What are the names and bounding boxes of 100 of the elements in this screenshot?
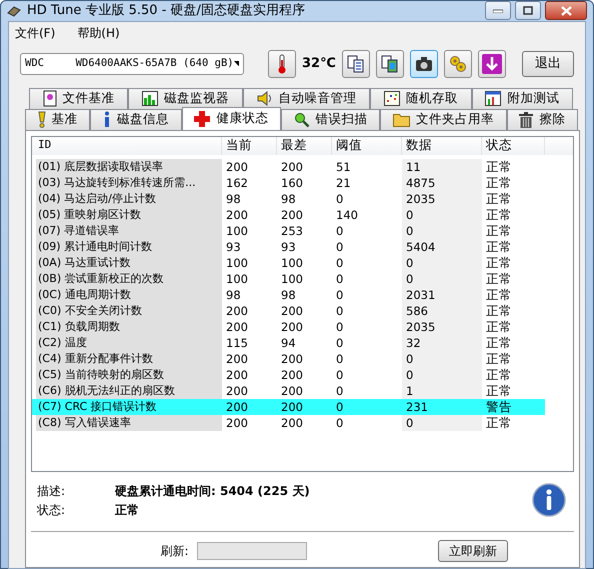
tab[interactable]: 文件基准 (29, 88, 128, 108)
table-cell-text: 正常 (485, 414, 513, 430)
table-cell-text: 200 (225, 382, 249, 398)
table-cell-text: 正常 (485, 302, 513, 318)
tab[interactable]: 磁盘信息 (90, 108, 182, 130)
settings-button[interactable] (444, 50, 472, 78)
table-row[interactable]: (C0) 不安全关闭计数 200 200 0 586 正常 (32, 302, 545, 318)
table-cell: 0 (402, 222, 482, 238)
tab[interactable]: 文件夹占用率 (380, 108, 507, 130)
refresh-label: 刷新: (160, 542, 189, 560)
table-cell-text: 200 (280, 318, 304, 334)
table-cell-text: 160 (280, 174, 304, 190)
table-row[interactable]: (07) 寻道错误率 100 253 0 0 正常 (32, 222, 545, 238)
table-cell: (C8) 写入错误速率 (36, 414, 222, 430)
save-button[interactable] (478, 50, 506, 78)
menu-item[interactable]: 文件(F) (15, 24, 56, 42)
tab[interactable]: 附加测试 (472, 88, 574, 108)
table-cell-text: 115 (225, 334, 249, 350)
table-row[interactable]: (0B) 尝试重新校正的次数 100 100 0 0 正常 (32, 270, 545, 286)
table-cell-text: 100 (225, 254, 249, 270)
tab[interactable]: 擦除 (506, 108, 578, 130)
magnifier-icon (294, 112, 310, 128)
table-row[interactable]: (0C) 通电周期计数 98 98 0 2031 正常 (32, 286, 545, 302)
table-row[interactable]: (C8) 写入错误速率 200 200 0 0 正常 (32, 414, 545, 430)
table-cell-text: 200 (280, 158, 304, 174)
table-cell-text: 正常 (485, 334, 513, 350)
table-cell: 32 (402, 334, 482, 350)
table-row[interactable]: (C2) 温度 115 94 0 32 正常 (32, 334, 545, 350)
detail-value: 正常 (115, 502, 140, 518)
refresh-now-button[interactable]: 立即刷新 (438, 540, 508, 562)
close-icon (560, 6, 572, 16)
table-cell-text: 正常 (485, 206, 513, 222)
detail-label: 描述: (37, 482, 66, 500)
table-cell: (0C) 通电周期计数 (36, 286, 222, 302)
table-cell-text: 0 (335, 382, 344, 398)
exit-button[interactable]: 退出 (522, 50, 574, 76)
table-row[interactable]: (04) 马达启动/停止计数 98 98 0 2035 正常 (32, 190, 545, 206)
table-cell-text: 正常 (485, 382, 513, 398)
table-cell-text: 140 (335, 206, 359, 222)
table-cell-text: 98 (280, 286, 297, 302)
table-cell-text: 0 (335, 414, 344, 430)
table-cell: 0 (402, 366, 482, 382)
maximize-button[interactable] (515, 1, 541, 20)
table-cell: (07) 寻道错误率 (36, 222, 222, 238)
tab[interactable]: 随机存取 (370, 88, 472, 108)
table-cell-text: 200 (280, 414, 304, 430)
table-cell: 11 (402, 158, 482, 174)
refresh-field[interactable] (196, 542, 307, 560)
tab[interactable]: 自动噪音管理 (242, 88, 370, 108)
table-cell-text: 162 (225, 174, 249, 190)
drive-select[interactable]: WDC WD6400AAKS-65A7B (640 gB) (20, 52, 244, 74)
table-cell-text: 0 (335, 270, 344, 286)
screenshot-button[interactable] (410, 50, 438, 78)
table-cell-text: 0 (335, 238, 344, 254)
table-cell-text: 93 (225, 238, 242, 254)
table-cell-text: 100 (225, 270, 249, 286)
table-cell-text: 正常 (485, 158, 513, 174)
table-cell-text: 93 (280, 238, 297, 254)
table-row[interactable]: (03) 马达旋转到标准转速所需... 162 160 21 4875 正常 (32, 174, 545, 190)
table-row[interactable]: (05) 重映射扇区计数 200 200 140 0 正常 (32, 206, 545, 222)
table-row[interactable]: (C4) 重新分配事件计数 200 200 0 0 正常 (32, 350, 545, 366)
table-row[interactable]: (C1) 负载周期数 200 200 0 2035 正常 (32, 318, 545, 334)
table-cell-text: 200 (280, 350, 304, 366)
table-cell-text: 200 (225, 318, 249, 334)
table-row[interactable]: (C6) 脱机无法纠正的扇区数 200 200 0 1 正常 (32, 382, 545, 398)
table-cell-text: 正常 (485, 366, 513, 382)
table-cell: (C2) 温度 (36, 334, 222, 350)
table-cell-text: 0 (335, 190, 344, 206)
table-row[interactable]: (C7) CRC 接口错误计数 200 200 0 231 警告 (32, 398, 545, 414)
copy-image-button[interactable] (376, 50, 404, 78)
window-chart-icon (485, 91, 502, 106)
table-row[interactable]: (C5) 当前待映射的扇区数 200 200 0 0 正常 (32, 366, 545, 382)
scatter-chart-icon (384, 91, 400, 106)
table-cell: (03) 马达旋转到标准转速所需... (36, 174, 222, 190)
table-cell-text: 100 (280, 254, 304, 270)
copy-text-button[interactable] (342, 50, 370, 78)
temperature-reading: 32℃ (302, 54, 336, 73)
close-button[interactable] (545, 1, 587, 20)
table-cell-text: 0 (335, 398, 344, 414)
table-row[interactable]: (09) 累计通电时间计数 93 93 0 5404 正常 (32, 238, 545, 254)
table-cell-text: 正常 (485, 286, 513, 302)
tab[interactable]: 错误扫描 (280, 108, 380, 130)
table-row[interactable]: (01) 底层数据读取错误率 200 200 51 11 正常 (32, 158, 545, 174)
tab[interactable]: 健康状态 (182, 106, 281, 130)
window-title: HD Tune 专业版 5.50 - 硬盘/固态硬盘实用程序 (27, 2, 305, 20)
table-cell-text: 51 (335, 158, 352, 174)
tab[interactable]: 磁盘监视器 (128, 88, 243, 108)
table-cell: (C4) 重新分配事件计数 (36, 350, 222, 366)
table-cell: 586 (402, 302, 482, 318)
info-icon[interactable] (532, 483, 566, 517)
minimize-button[interactable] (485, 1, 511, 20)
thermometer-button[interactable] (268, 50, 296, 78)
folder-icon (392, 112, 410, 127)
table-cell: (04) 马达启动/停止计数 (36, 190, 222, 206)
detail-label: 状态: (37, 502, 66, 518)
menu-item[interactable]: 帮助(H) (77, 24, 120, 42)
tab[interactable]: 基准 (25, 108, 90, 130)
table-cell: (0A) 马达重试计数 (36, 254, 222, 270)
table-row[interactable]: (0A) 马达重试计数 100 100 0 0 正常 (32, 254, 545, 270)
table-cell-text: 253 (280, 222, 304, 238)
